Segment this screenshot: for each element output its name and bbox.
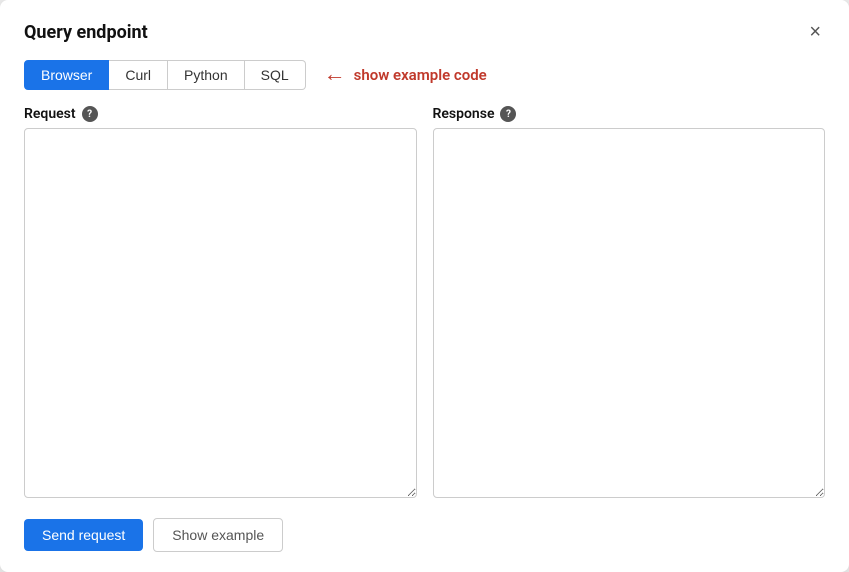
tab-sql[interactable]: SQL <box>245 60 306 90</box>
panels-row: Request ? Response ? <box>24 106 825 498</box>
show-example-annotation: ← show example code <box>324 64 487 86</box>
response-help-icon[interactable]: ? <box>500 106 516 122</box>
tabs-row: Browser Curl Python SQL ← show example c… <box>24 60 825 90</box>
tab-curl[interactable]: Curl <box>109 60 168 90</box>
request-textarea[interactable] <box>24 128 417 498</box>
modal-header: Query endpoint × <box>24 20 825 44</box>
request-panel: Request ? <box>24 106 417 498</box>
response-label: Response ? <box>433 106 826 122</box>
show-example-button[interactable]: Show example <box>153 518 283 552</box>
tab-python[interactable]: Python <box>168 60 245 90</box>
footer-row: Send request Show example <box>24 514 825 552</box>
show-example-code-label: show example code <box>354 66 487 84</box>
request-help-icon[interactable]: ? <box>82 106 98 122</box>
modal-dialog: Query endpoint × Browser Curl Python SQL… <box>0 0 849 572</box>
request-label: Request ? <box>24 106 417 122</box>
response-textarea[interactable] <box>433 128 826 498</box>
response-panel: Response ? <box>433 106 826 498</box>
modal-title: Query endpoint <box>24 22 148 43</box>
close-button[interactable]: × <box>805 20 825 44</box>
tab-browser[interactable]: Browser <box>24 60 109 90</box>
send-request-button[interactable]: Send request <box>24 519 143 551</box>
arrow-left-icon: ← <box>324 64 346 86</box>
